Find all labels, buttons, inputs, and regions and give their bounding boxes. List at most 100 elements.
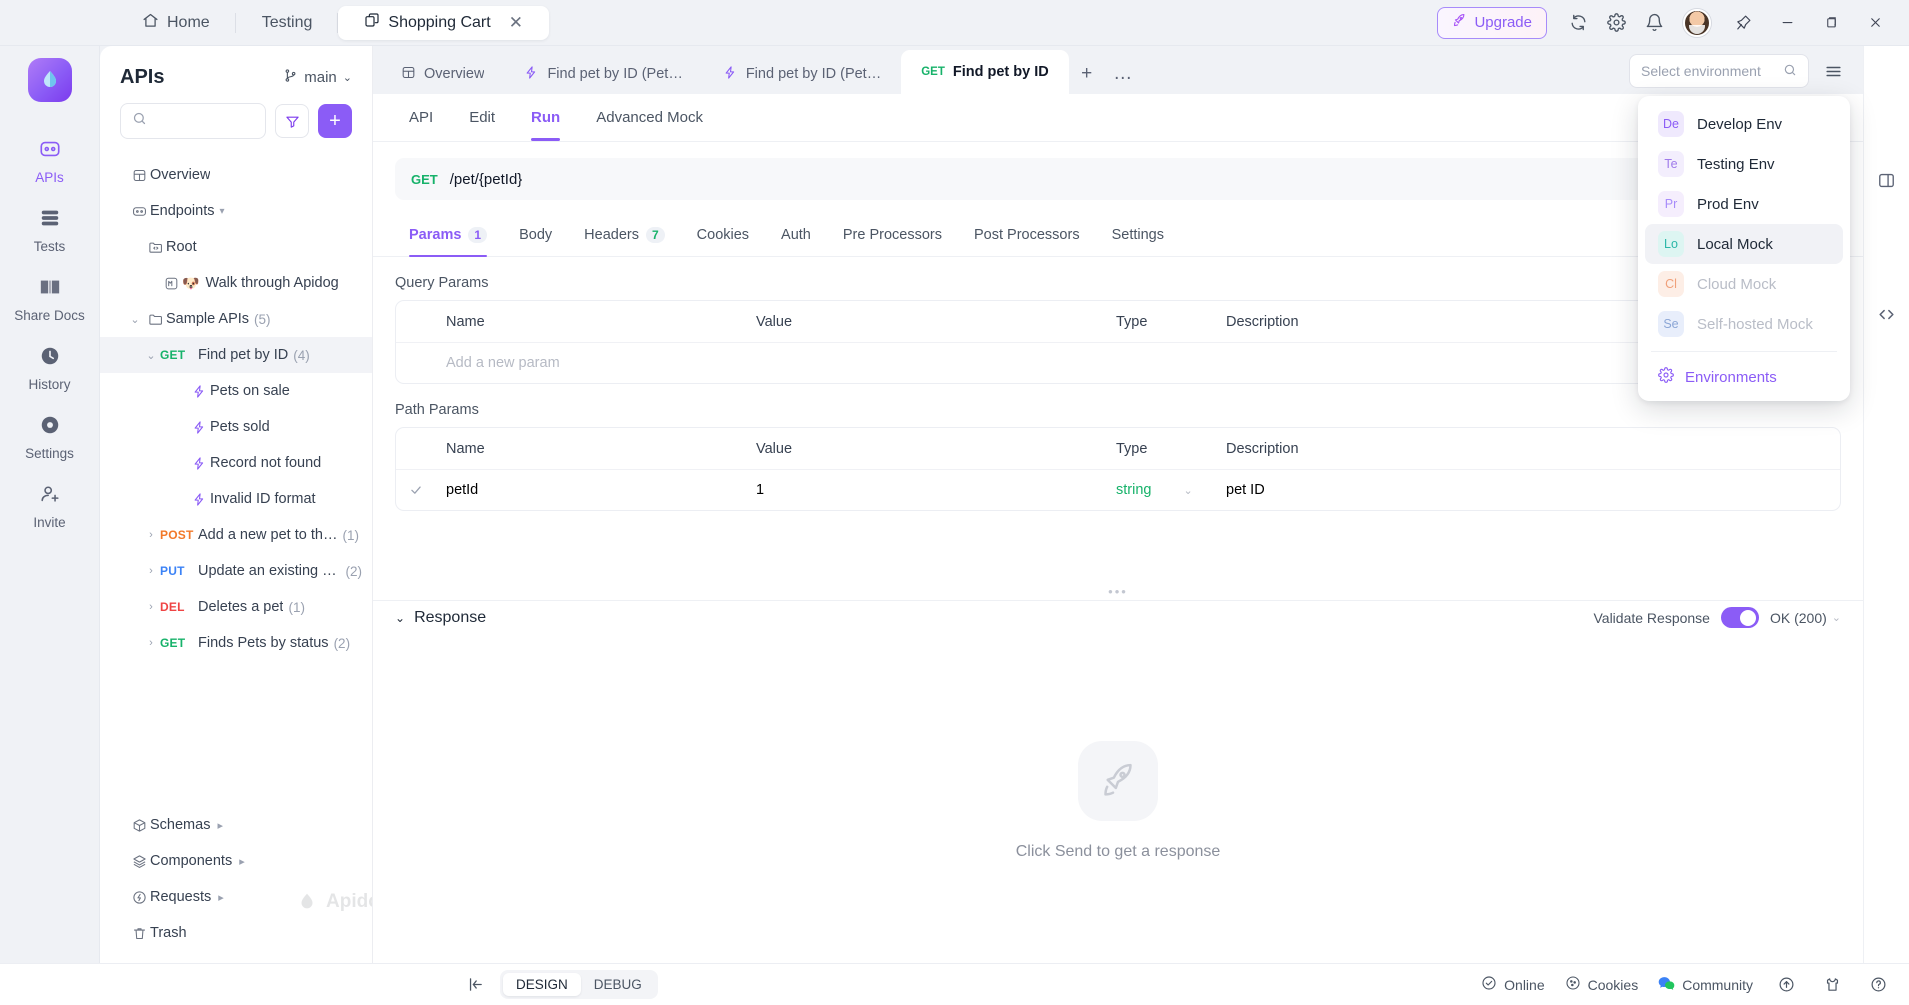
tree-item-finds-pets-by-status[interactable]: › GET Finds Pets by status (2) [100,625,372,661]
close-icon[interactable] [1855,0,1895,46]
env-option-local-mock[interactable]: Lo Local Mock [1645,224,1843,264]
chevron-down-icon[interactable]: ▾ [220,206,225,217]
param-tab-auth[interactable]: Auth [767,214,825,256]
panel-layout-icon[interactable] [1871,164,1903,196]
add-api-button[interactable]: + [318,104,352,138]
rail-item-settings[interactable]: Settings [12,404,88,473]
tree-item-pets-sold[interactable]: Pets sold [100,409,372,445]
env-option-prod-env[interactable]: Pr Prod Env [1645,184,1843,224]
mode-design[interactable]: DESIGN [503,973,581,996]
url-input[interactable]: GET /pet/{petId} [395,158,1700,200]
validate-response-toggle[interactable] [1720,607,1759,628]
tree-item-overview[interactable]: Overview [100,157,372,193]
help-icon[interactable] [1865,972,1891,998]
rail-item-apis[interactable]: APIs [12,128,88,197]
tree-item-add-a-new-pet-to-th[interactable]: › POST Add a new pet to th… (1) [100,517,372,553]
close-icon[interactable]: ✕ [509,14,523,31]
param-tab-post-processors[interactable]: Post Processors [960,214,1094,256]
filter-icon[interactable] [275,104,309,138]
env-option-develop-env[interactable]: De Develop Env [1645,104,1843,144]
window-tab-shopping-cart[interactable]: Shopping Cart ✕ [338,5,549,40]
collapse-left-icon[interactable] [460,970,490,1000]
rail-item-tests[interactable]: Tests [12,197,88,266]
upgrade-button[interactable]: Upgrade [1437,6,1547,39]
upload-icon[interactable] [1773,972,1799,998]
shirt-icon[interactable] [1819,972,1845,998]
new-param-row[interactable]: Add a new param [396,342,1840,383]
environment-select[interactable]: Select environment [1629,54,1809,88]
avatar[interactable] [1683,8,1711,37]
status-cookies[interactable]: Cookies [1565,975,1638,994]
status-community[interactable]: Community [1658,975,1753,995]
more-tabs-button[interactable]: … [1105,54,1141,94]
minimize-icon[interactable] [1767,0,1807,46]
tree-item-update-an-existing-p[interactable]: › PUT Update an existing p… (2) [100,553,372,589]
chevron-icon[interactable]: › [142,529,160,541]
code-icon[interactable] [1871,298,1903,330]
manage-environments-button[interactable]: Environments [1645,359,1843,395]
tree-item-sample-apis[interactable]: ⌄ Sample APIs (5) [100,301,372,337]
tab-edit[interactable]: Edit [455,95,509,141]
tree-item-record-not-found[interactable]: Record not found [100,445,372,481]
window-tab-home[interactable]: Home [116,6,236,40]
table-row[interactable]: petId 1 string ⌄ pet ID [396,469,1840,510]
param-description[interactable]: pet ID [1216,482,1840,498]
response-status-select[interactable]: OK (200) ⌄ [1770,610,1841,626]
sidebar-item-trash[interactable]: Trash [100,915,372,951]
param-tab-pre-processors[interactable]: Pre Processors [829,214,956,256]
param-tab-headers[interactable]: Headers 7 [570,214,679,256]
param-name[interactable]: petId [436,482,746,498]
param-value[interactable]: 1 [746,482,1106,498]
tree-item-root[interactable]: Root [100,229,372,265]
param-tab-cookies[interactable]: Cookies [683,214,763,256]
chevron-icon[interactable]: ⌄ [142,349,160,362]
chevron-icon[interactable]: › [142,637,160,649]
sync-icon[interactable] [1561,6,1595,40]
sidebar-item-schemas[interactable]: Schemas ▸ [100,807,372,843]
doc-tab-find-pet-by-id[interactable]: GET Find pet by ID [901,50,1069,94]
chevron-right-icon[interactable]: ▸ [217,819,223,832]
panel-splitter[interactable]: ••• [373,582,1863,600]
rail-item-share-docs[interactable]: Share Docs [12,266,88,335]
response-toggle[interactable]: ⌄ Response [395,609,486,627]
tree-item-pets-on-sale[interactable]: Pets on sale [100,373,372,409]
doc-tab-overview[interactable]: Overview [381,54,504,94]
param-tab-params[interactable]: Params 1 [395,214,501,257]
row-checkbox[interactable] [396,483,436,497]
search-input[interactable] [155,113,254,129]
bell-icon[interactable] [1637,6,1671,40]
menu-icon[interactable] [1817,55,1849,87]
chevron-icon[interactable]: › [142,601,160,613]
branch-selector[interactable]: main ⌄ [283,68,352,87]
tree-item-deletes-a-pet[interactable]: › DEL Deletes a pet (1) [100,589,372,625]
maximize-icon[interactable] [1811,0,1851,46]
doc-tab-find-pet-2[interactable]: Find pet by ID (Pet… [703,54,901,94]
param-tab-body[interactable]: Body [505,214,566,256]
chevron-right-icon[interactable]: ▸ [239,855,245,868]
rail-item-invite[interactable]: Invite [12,473,88,542]
tree-item-invalid-id-format[interactable]: Invalid ID format [100,481,372,517]
chevron-icon[interactable]: › [142,565,160,577]
tab-advanced-mock[interactable]: Advanced Mock [582,95,717,141]
apidog-logo[interactable] [27,58,72,102]
env-option-testing-env[interactable]: Te Testing Env [1645,144,1843,184]
sidebar-item-requests[interactable]: Requests ▸ [100,879,372,915]
search-box[interactable] [120,103,266,139]
param-type[interactable]: string ⌄ [1106,482,1216,498]
chevron-right-icon[interactable]: ▸ [218,891,224,904]
param-tab-settings[interactable]: Settings [1098,214,1178,256]
tree-item-endpoints[interactable]: Endpoints ▾ [100,193,372,229]
doc-tab-find-pet-1[interactable]: Find pet by ID (Pet… [504,54,702,94]
tree-item-find-pet-by-id[interactable]: ⌄ GET Find pet by ID (4) [100,337,372,373]
mode-debug[interactable]: DEBUG [581,973,655,996]
sidebar-item-components[interactable]: Components ▸ [100,843,372,879]
tree-item-walk-through-apidog[interactable]: 🐶 Walk through Apidog [100,265,372,301]
new-tab-button[interactable]: + [1069,54,1105,94]
rail-item-history[interactable]: History [12,335,88,404]
gear-icon[interactable] [1599,6,1633,40]
status-online[interactable]: Online [1481,975,1545,994]
window-tab-testing[interactable]: Testing [236,6,339,40]
tab-api[interactable]: API [395,95,447,141]
tab-run[interactable]: Run [517,95,574,141]
pin-icon[interactable] [1723,0,1763,46]
